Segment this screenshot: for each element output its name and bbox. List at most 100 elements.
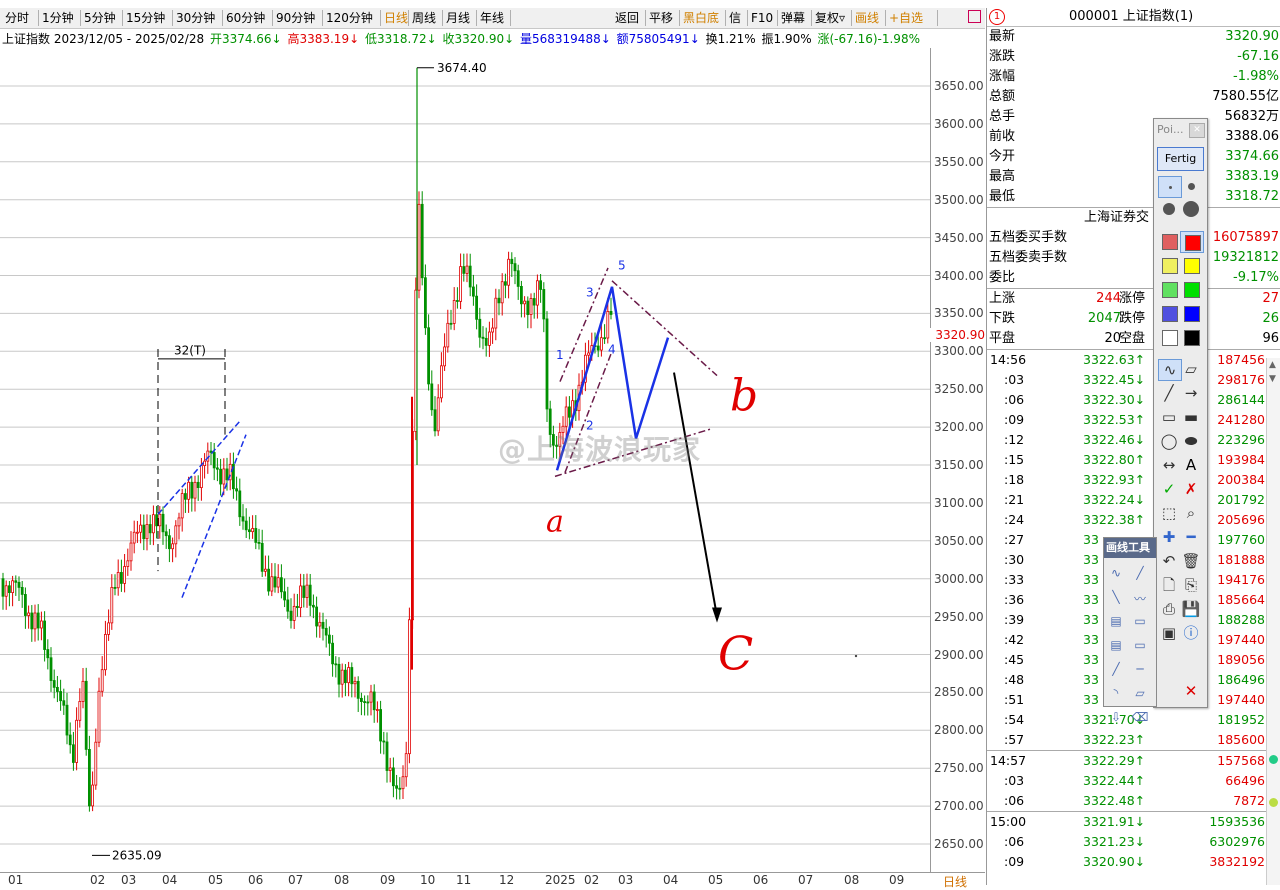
line-tool-icon[interactable]: ╱ [1130, 566, 1150, 584]
plus-icon[interactable]: ✚ [1158, 527, 1180, 547]
copy-icon[interactable]: ⎘ [1180, 575, 1202, 595]
color-swatch[interactable] [1180, 255, 1202, 275]
toolbar-button-7[interactable]: 画线 [852, 10, 886, 26]
new-file-icon[interactable]: 🗋 [1158, 575, 1180, 595]
toolbar-button-6[interactable]: 复权▿ [812, 10, 852, 26]
tab-9[interactable]: 周线 [409, 10, 443, 26]
hline-tool-icon[interactable]: ─ [1130, 662, 1150, 680]
crop-icon[interactable]: ⬚ [1158, 503, 1180, 523]
tab-8[interactable]: 日线 [381, 10, 409, 26]
wave-tool-icon[interactable]: ∿ [1106, 566, 1126, 584]
minus-icon[interactable]: ━ [1180, 527, 1202, 547]
erase-tool-icon[interactable]: ⌫ [1130, 710, 1150, 728]
medium-dot-icon[interactable] [1180, 176, 1202, 196]
color-swatch[interactable] [1180, 279, 1202, 299]
color-swatch[interactable] [1158, 279, 1180, 299]
tick-price: 33 [1083, 652, 1099, 667]
trend-tool-icon[interactable]: ╱ [1106, 662, 1126, 680]
tick-volume: 197440 [1217, 632, 1265, 647]
volume-value: 量568319488↓ [520, 32, 611, 46]
large-dot-icon[interactable] [1158, 199, 1180, 219]
square-outline-icon[interactable] [968, 10, 981, 23]
quote-value: 3320.90 [1225, 29, 1279, 44]
tab-4[interactable]: 30分钟 [173, 10, 223, 26]
candle-body [459, 266, 463, 302]
xl-dot-icon[interactable] [1180, 199, 1202, 219]
tab-5[interactable]: 60分钟 [223, 10, 273, 26]
candle-body [267, 568, 271, 592]
trash-icon[interactable]: 🗑 [1180, 551, 1202, 571]
color-swatch[interactable] [1158, 255, 1180, 275]
small-dot-icon[interactable] [1158, 176, 1182, 198]
fertig-button[interactable]: Fertig [1157, 147, 1204, 171]
candle-body [347, 667, 351, 684]
tick-row: :06 3321.23↓ 6302976 [987, 832, 1280, 852]
tab-6[interactable]: 90分钟 [273, 10, 323, 26]
tab-0[interactable]: 分时 [2, 10, 39, 26]
toolbar-button-8[interactable]: +自选 [886, 10, 938, 26]
candle-body [545, 318, 549, 410]
period-toolbar: 分时 1分钟 5分钟 15分钟 30分钟 60分钟 90分钟 120分钟 日线 周线 月线 年线 返回… [0, 8, 985, 29]
curve-tool-icon[interactable]: 〰 [1130, 590, 1150, 608]
filled-rectangle-icon[interactable]: ▬ [1180, 407, 1202, 427]
info-icon[interactable]: ⓘ [1180, 623, 1202, 643]
cross-icon[interactable]: ✗ [1180, 479, 1202, 499]
ticks-scrollbar[interactable]: ▲ ▼ [1266, 358, 1280, 885]
color-swatch[interactable] [1158, 231, 1180, 251]
tab-2[interactable]: 5分钟 [81, 10, 123, 26]
toolbar-button-1[interactable]: 平移 [646, 10, 680, 26]
color-swatch[interactable] [1158, 303, 1180, 323]
zoom-icon[interactable]: ⌕ [1180, 503, 1202, 523]
tick-price: 33 [1083, 692, 1099, 707]
double-arrow-icon[interactable]: ↔ [1158, 455, 1180, 475]
down-tool-icon[interactable]: ⇩ [1106, 710, 1126, 728]
shape-tool-icon[interactable]: ▱ [1130, 686, 1150, 704]
tick-price: 3322.30↓ [1083, 392, 1146, 407]
box-tool-icon[interactable]: ▭ [1130, 614, 1150, 632]
filled-ellipse-icon[interactable]: ⬬ [1180, 431, 1202, 451]
color-swatch[interactable] [1180, 303, 1202, 323]
toolbar-button-5[interactable]: 弹幕 [778, 10, 812, 26]
arc-tool-icon[interactable]: ◝ [1106, 686, 1126, 704]
fib-tool-icon[interactable]: ▤ [1106, 614, 1126, 632]
channel-tool-icon[interactable]: ▤ [1106, 638, 1126, 656]
ray-tool-icon[interactable]: ╲ [1106, 590, 1126, 608]
drawing-tool-title-bar[interactable]: Poi... ✕ [1154, 119, 1207, 141]
candle-body [78, 701, 82, 721]
color-swatch[interactable] [1158, 327, 1180, 347]
tab-3[interactable]: 15分钟 [123, 10, 173, 26]
arrow-icon[interactable]: → [1180, 383, 1202, 403]
undo-icon[interactable]: ↶ [1158, 551, 1180, 571]
toolbar-button-2[interactable]: 黑白底 [680, 10, 726, 26]
text-icon[interactable]: A [1180, 455, 1202, 475]
kline-chart[interactable]: 3674.402635.0932(T) 12345abC [0, 48, 930, 872]
quote-key: 最高 [989, 169, 1016, 184]
line-icon[interactable]: ╱ [1158, 383, 1180, 403]
period-label: 日线 [943, 875, 968, 889]
panel-badge[interactable]: 1 [989, 9, 1005, 25]
color-swatch[interactable] [1180, 231, 1204, 253]
tab-7[interactable]: 120分钟 [323, 10, 381, 26]
close-icon[interactable]: ✕ [1189, 123, 1205, 138]
pen-icon[interactable]: ∿ [1158, 359, 1182, 381]
rectangle-icon[interactable]: ▭ [1158, 407, 1180, 427]
toolbar-button-3[interactable]: 信 [726, 10, 748, 26]
close-icon[interactable]: ✕ [1180, 681, 1202, 701]
check-icon[interactable]: ✓ [1158, 479, 1180, 499]
toolbar-button-0[interactable]: 返回 [612, 10, 646, 26]
tab-1[interactable]: 1分钟 [39, 10, 81, 26]
drawing-tools-subtitle[interactable]: 画线工具 [1104, 538, 1156, 558]
tab-10[interactable]: 月线 [443, 10, 477, 26]
candle-body [334, 663, 338, 666]
ellipse-icon[interactable]: ◯ [1158, 431, 1180, 451]
image-icon[interactable]: ▣ [1158, 623, 1180, 643]
print-icon[interactable]: ⎙ [1158, 599, 1180, 619]
save-icon[interactable]: 💾 [1180, 599, 1202, 619]
rect-tool-icon[interactable]: ▭ [1130, 638, 1150, 656]
candle-body [539, 280, 542, 290]
tab-11[interactable]: 年线 [477, 10, 511, 26]
eraser-icon[interactable]: ▱ [1180, 359, 1202, 379]
color-swatch[interactable] [1180, 327, 1202, 347]
y-tick-label: 3200.00 [934, 420, 984, 435]
toolbar-button-4[interactable]: F10 [748, 10, 778, 26]
